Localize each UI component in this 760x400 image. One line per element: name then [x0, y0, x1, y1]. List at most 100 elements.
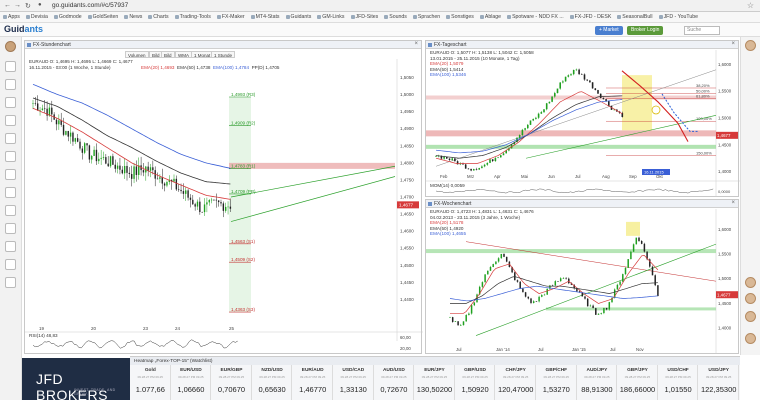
- daily-chart-svg[interactable]: 38,20%50,00%61,80%100,00%150,00%1,60001,…: [426, 41, 740, 198]
- bookmark-4[interactable]: News: [121, 12, 145, 20]
- tool-icon-3[interactable]: [5, 97, 16, 108]
- ticker-price: 0,72670: [380, 385, 408, 394]
- hourly-candle: [107, 163, 109, 167]
- weekly-candle: [559, 278, 562, 282]
- bookmark-19[interactable]: JFD - YouTube: [656, 12, 701, 20]
- bookmark-9[interactable]: Guidants: [283, 12, 315, 20]
- jfd-brokers-logo[interactable]: JFD BROKERS INVEST. TRADE. AND GROW.: [22, 358, 130, 400]
- bookmark-6[interactable]: Trading-Tools: [172, 12, 214, 20]
- bookmark-13[interactable]: Sprachen: [410, 12, 443, 20]
- daily-candle: [448, 158, 451, 160]
- bookmark-8[interactable]: MT4-Stats: [248, 12, 283, 20]
- bookmark-17[interactable]: FX-JFD - DESK: [567, 12, 615, 20]
- bookmark-10[interactable]: GM-Links: [314, 12, 347, 20]
- toolbar-button-3[interactable]: WMA: [175, 51, 192, 58]
- contact-avatar-5[interactable]: [745, 333, 756, 344]
- tool-icon-7[interactable]: [5, 169, 16, 180]
- ticker-item[interactable]: NZD/USD 09.28.27 PM 09.25 0,65630: [252, 365, 293, 400]
- hourly-chart-svg[interactable]: 1,4993 (R3)1,4909 (R2)1,4783 (R1)1,4709 …: [25, 41, 423, 355]
- ticker-item[interactable]: Gold 09.28.27 PM 09.25 1.077,66: [130, 365, 171, 400]
- tool-icon-4[interactable]: [5, 115, 16, 126]
- tool-icon-9[interactable]: [5, 205, 16, 216]
- daily-candle: [562, 81, 564, 83]
- search-input[interactable]: Suche: [684, 26, 720, 35]
- forward-icon[interactable]: →: [14, 2, 21, 9]
- user-avatar[interactable]: [5, 41, 16, 52]
- weekly-candle: [584, 296, 586, 299]
- ticker-item[interactable]: AUD/USD 09.28.27 PM 09.25 0,72670: [374, 365, 415, 400]
- ticker-item[interactable]: GBP/USD 09.28.27 PM 09.25 1,50920: [455, 365, 496, 400]
- toolbar-button-2[interactable]: Bild: [161, 51, 175, 58]
- bookmark-11[interactable]: JFD-Sites: [348, 12, 382, 20]
- ticker-item[interactable]: USD/CAD 09.28.27 PM 09.25 1,33130: [333, 365, 374, 400]
- weekly-candle: [589, 305, 592, 307]
- weekly-chart-svg[interactable]: 1,6000 1,5500 1,5000 1,4500 1,4000 1,4677 Jul J…: [426, 200, 740, 355]
- url-field[interactable]: go.guidants.com/#c/57937: [52, 2, 128, 9]
- ticker-price: 1,46770: [299, 385, 327, 394]
- y-tick-label: 1,4400: [400, 297, 414, 302]
- bookmark-12[interactable]: Sounds: [381, 12, 410, 20]
- tool-icon-2[interactable]: [5, 79, 16, 90]
- weekly-candle: [603, 307, 605, 314]
- contact-avatar-1[interactable]: [745, 40, 756, 51]
- tool-icon-1[interactable]: [5, 61, 16, 72]
- reload-icon[interactable]: ↻: [25, 2, 31, 10]
- daily-candle: [594, 88, 597, 91]
- ticker-item[interactable]: GBP/JPY 09.28.27 PM 09.25 186,66000: [617, 365, 658, 400]
- hourly-candle: [166, 181, 168, 186]
- bookmark-7[interactable]: FX-Maker: [214, 12, 248, 20]
- tool-icon-13[interactable]: [5, 277, 16, 288]
- toolbar-button-0[interactable]: Volumen: [125, 51, 149, 58]
- daily-candle: [559, 82, 561, 89]
- hourly-candle: [55, 119, 58, 125]
- y-tick-label: 1,4500: [400, 263, 414, 268]
- bookmark-star-icon[interactable]: ☆: [747, 1, 754, 10]
- bookmark-3[interactable]: GoldSeiten: [85, 12, 122, 20]
- tool-icon-10[interactable]: [5, 223, 16, 234]
- ticker-item[interactable]: AUD/JPY 09.28.27 PM 09.25 88,91300: [577, 365, 618, 400]
- bookmark-1[interactable]: Devisia: [23, 12, 51, 20]
- tool-icon-5[interactable]: [5, 133, 16, 144]
- contact-avatar-2[interactable]: [745, 277, 756, 288]
- bookmark-14[interactable]: Sonstiges: [443, 12, 477, 20]
- ticker-name: USD/CAD: [342, 368, 365, 373]
- bookmark-5[interactable]: Charts: [145, 12, 171, 20]
- hourly-candle: [161, 177, 163, 184]
- hourly-candle: [203, 204, 206, 213]
- ticker-item[interactable]: GBP/CHF 09.28.27 PM 09.25 1,53270: [536, 365, 577, 400]
- y-tick-label: 1,4650: [400, 212, 414, 217]
- ticker-item[interactable]: CHF/JPY 09.28.27 PM 09.25 120,47000: [495, 365, 536, 400]
- contact-avatar-3[interactable]: [745, 293, 756, 304]
- daily-candle: [583, 74, 586, 80]
- market-button[interactable]: + Market: [595, 26, 623, 35]
- highlight-zone: [626, 221, 640, 236]
- weekly-candle: [473, 302, 476, 306]
- bookmark-16[interactable]: Spotware - NDD FX ...: [504, 12, 567, 20]
- ticker-item[interactable]: EUR/GBP 09.28.27 PM 09.25 0,70670: [211, 365, 252, 400]
- back-icon[interactable]: ←: [4, 2, 11, 9]
- daily-candle: [494, 158, 497, 162]
- bookmark-15[interactable]: Ablage: [477, 12, 504, 20]
- tool-icon-8[interactable]: [5, 187, 16, 198]
- weekly-candle: [487, 270, 489, 275]
- ticker-item[interactable]: EUR/AUD 09.28.27 PM 09.25 1,46770: [292, 365, 333, 400]
- y-tick-label: 1,5000: [718, 116, 732, 121]
- ticker-item[interactable]: USD/JPY 09.28.27 PM 09.25 122,35300: [698, 365, 739, 400]
- ticker-item[interactable]: USD/CHF 09.28.27 PM 09.25 1,01550: [658, 365, 699, 400]
- tool-icon-6[interactable]: [5, 151, 16, 162]
- ticker-item[interactable]: EUR/JPY 09.28.27 PM 09.25 130,50200: [414, 365, 455, 400]
- guidants-logo[interactable]: Guidants: [4, 24, 43, 34]
- tool-icon-11[interactable]: [5, 241, 16, 252]
- y-tick-label: 1,4700: [400, 195, 414, 200]
- bookmark-2[interactable]: Godmode: [51, 12, 85, 20]
- rsi-legend: RSI(14) 48,83: [29, 333, 58, 338]
- bookmark-0[interactable]: Apps: [0, 12, 23, 20]
- contact-avatar-4[interactable]: [745, 311, 756, 322]
- tool-icon-12[interactable]: [5, 259, 16, 270]
- broker-login-button[interactable]: Broker Login: [627, 26, 664, 35]
- ticker-item[interactable]: EUR/USD 09.28.27 PM 09.25 1,06660: [171, 365, 212, 400]
- toolbar-button-5[interactable]: 1 Stunde: [211, 51, 236, 58]
- toolbar-button-4[interactable]: 1 Monat: [191, 51, 214, 58]
- daily-candle: [529, 120, 532, 125]
- bookmark-18[interactable]: SeasonalBull: [614, 12, 655, 20]
